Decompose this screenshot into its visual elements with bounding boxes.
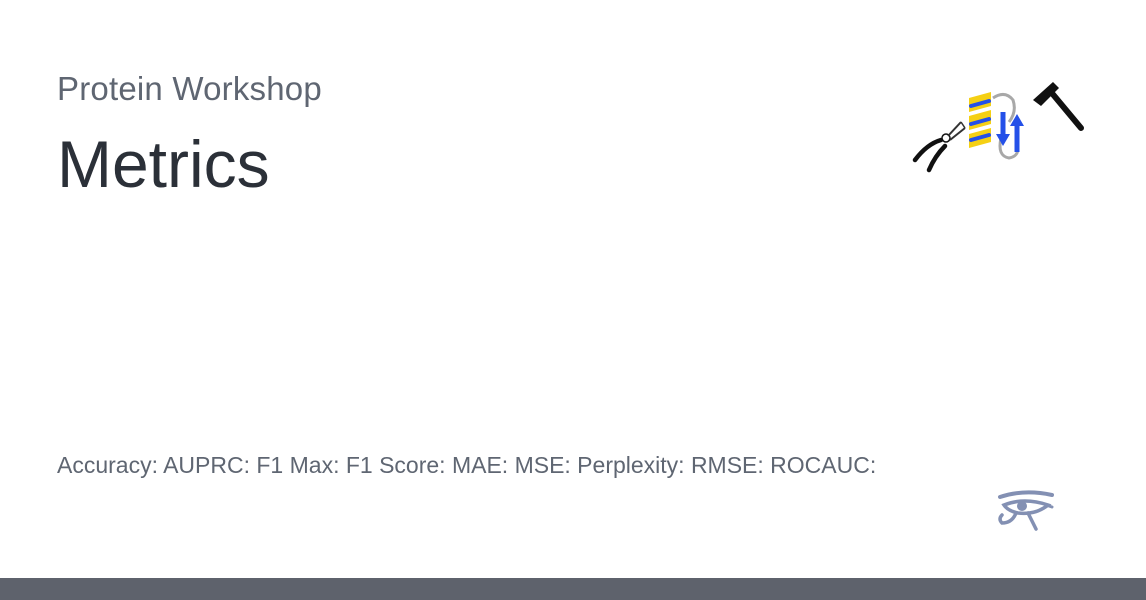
site-name: Protein Workshop xyxy=(57,70,322,107)
hammer-icon xyxy=(1033,82,1084,131)
pliers-icon xyxy=(912,121,966,173)
page-description: Accuracy: AUPRC: F1 Max: F1 Score: MAE: … xyxy=(57,452,877,478)
footer-bar xyxy=(0,578,1146,600)
page-title: Metrics xyxy=(57,127,270,201)
eye-of-horus-icon xyxy=(998,490,1054,531)
protein-workshop-logo-icon xyxy=(912,82,1084,173)
social-card: Protein Workshop Metrics Accuracy: AUPRC… xyxy=(0,0,1146,578)
